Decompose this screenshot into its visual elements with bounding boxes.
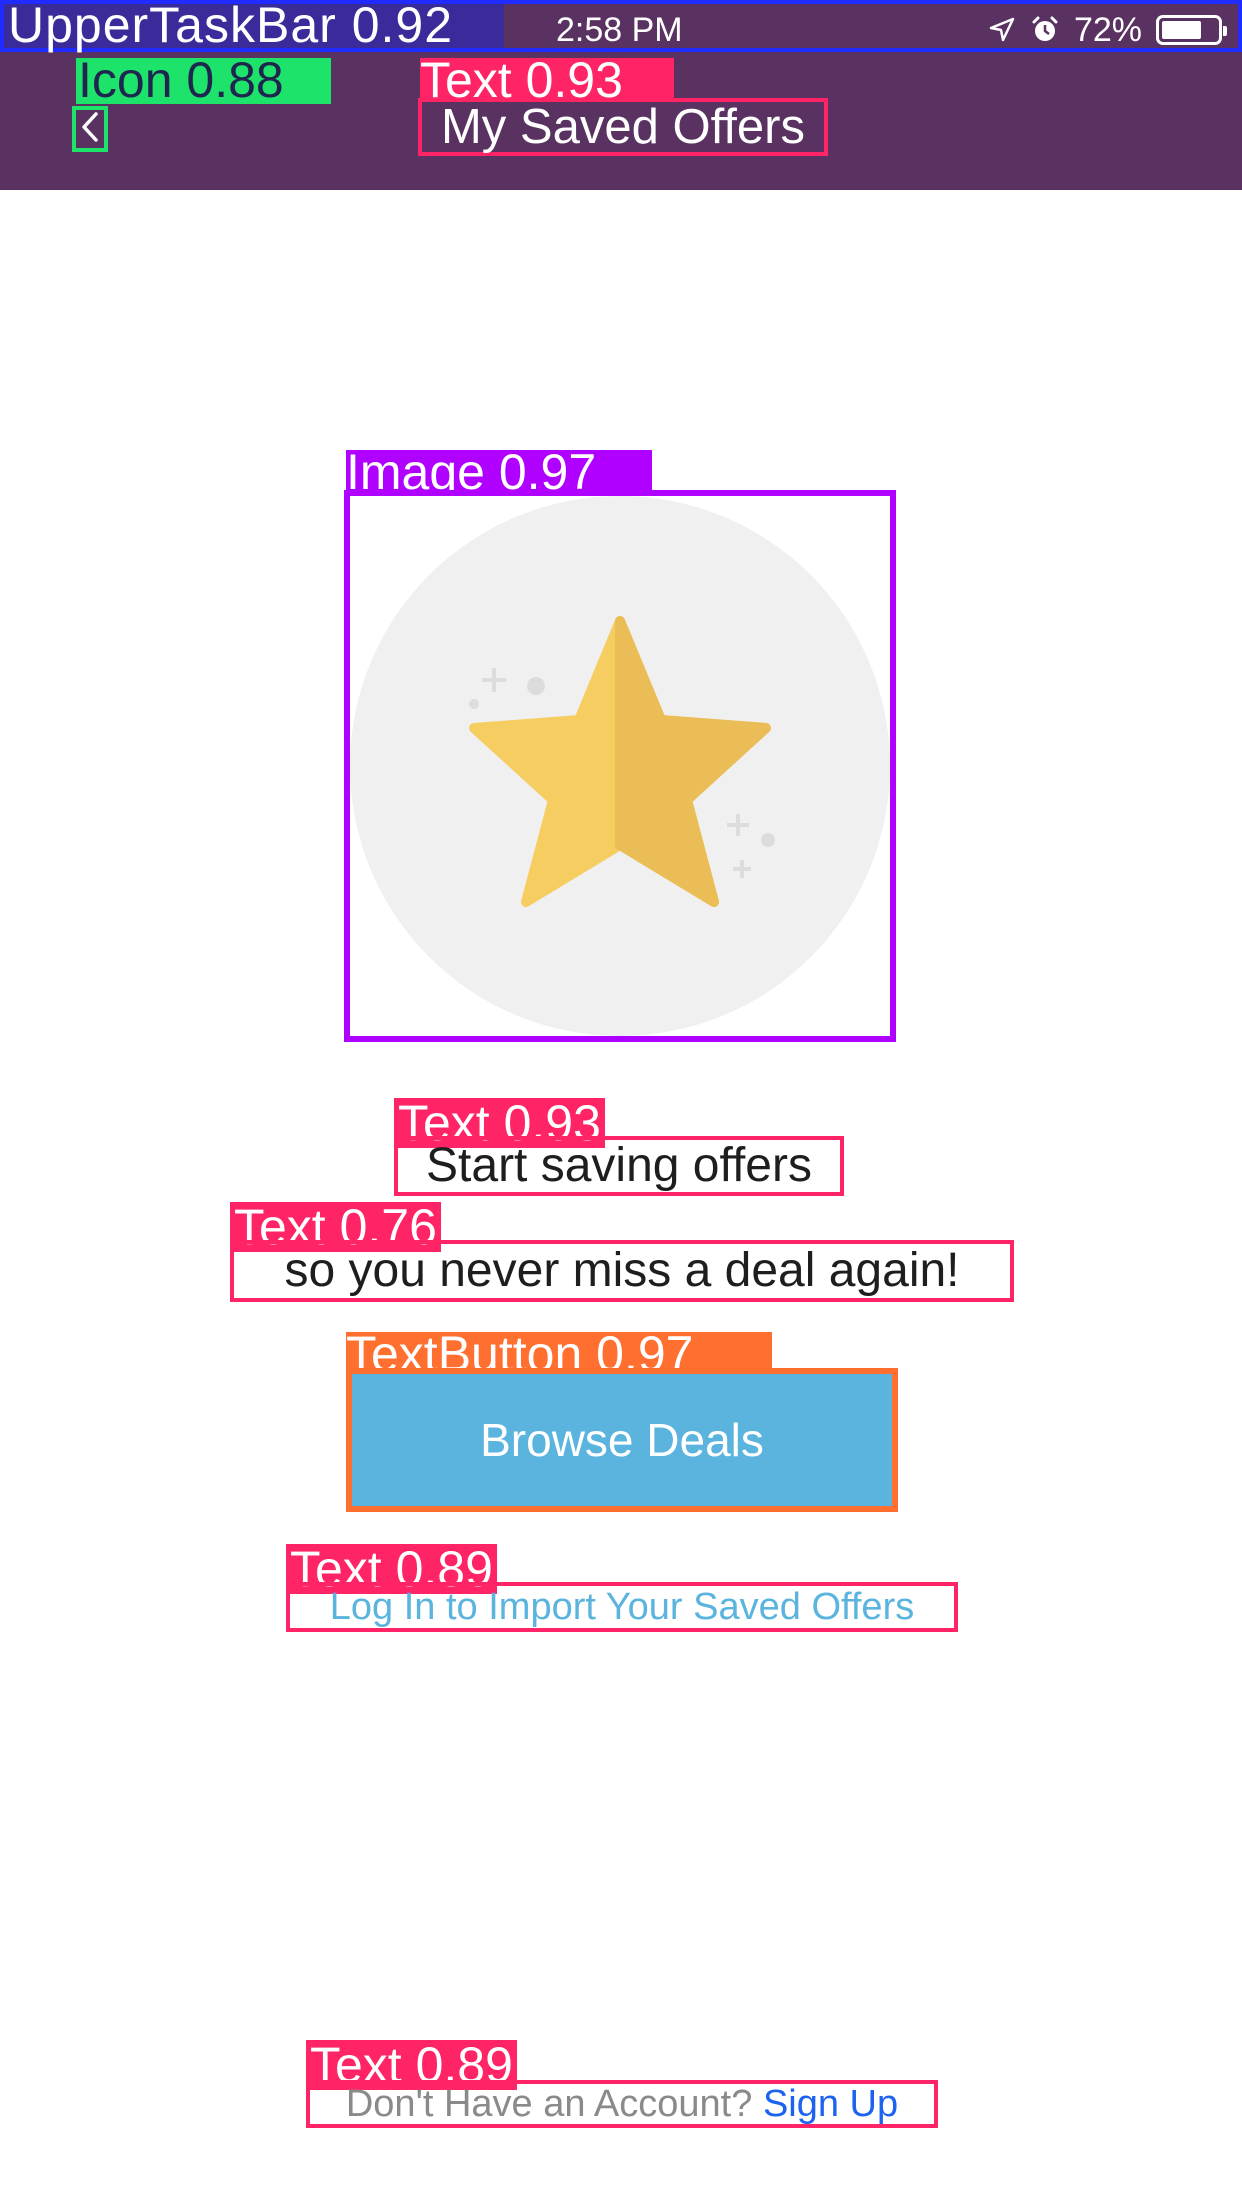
battery-percentage: 72% [1073,11,1142,49]
status-bar-label: UpperTaskBar 0.92 [8,0,454,53]
signup-prompt: Don't Have an Account? Sign Up [306,2080,938,2128]
back-button[interactable] [72,106,108,152]
alarm-clock-icon [1030,15,1060,45]
status-icons: 72% [988,10,1227,50]
empty-state-title: Start saving offers [394,1136,844,1196]
sign-up-link[interactable]: Sign Up [763,2083,898,2125]
back-button-tag-label: Icon 0.88 [78,52,284,108]
signup-prompt-text: Don't Have an Account? [345,2083,753,2125]
browse-deals-button[interactable]: Browse Deals [346,1368,898,1512]
empty-state-subtitle: so you never miss a deal again! [230,1240,1014,1302]
empty-state-illustration [344,490,896,1042]
battery-level [1162,21,1201,39]
location-arrow-icon [988,16,1016,44]
chevron-left-icon [80,111,100,148]
battery-icon [1156,15,1227,45]
status-bar: UpperTaskBar 0.92 2:58 PM 72% [0,0,1242,52]
page-title: My Saved Offers [418,98,828,156]
login-import-link[interactable]: Log In to Import Your Saved Offers [286,1582,958,1632]
status-time: 2:58 PM [556,11,683,49]
